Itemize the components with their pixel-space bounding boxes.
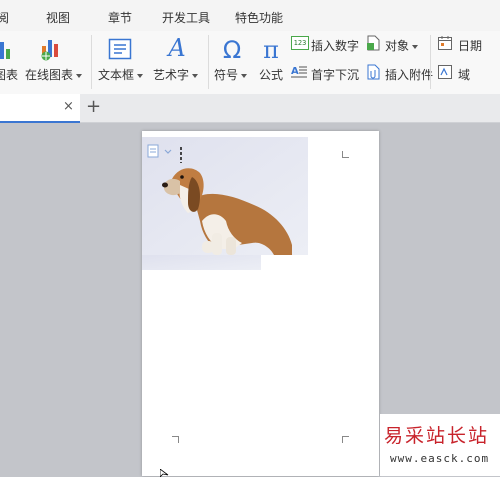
insert-ribbon: 图表 在线图表 文本框 A 艺术字 Ω 符号 [0,31,500,95]
dropcap-button[interactable]: A 首字下沉 [290,63,362,83]
field-label: 域 [458,68,471,82]
site-watermark: 易采站长站 www.easck.com [380,414,500,476]
insert-attachment-label: 插入附件 [385,68,434,82]
textbox-label: 文本框 [98,68,135,82]
chevron-down-icon [137,73,144,78]
margin-corner-mark [172,436,179,443]
calendar-icon [438,36,452,50]
insert-number-label: 插入数字 [311,39,360,53]
menu-tab-strip: 阅 视图 章节 开发工具 特色功能 [0,0,500,32]
textbox-button[interactable]: 文本框 [96,31,146,91]
menu-tab-developer[interactable]: 开发工具 [162,9,210,26]
svg-text:π: π [263,36,279,63]
watermark-title: 易采站长站 [384,425,490,447]
date-button[interactable]: 日期 [436,34,490,54]
field-button[interactable]: 域 [436,63,490,83]
pi-icon: π [263,36,279,63]
insert-attachment-button[interactable]: 插入附件 [365,63,437,83]
online-chart-icon [41,40,58,61]
insert-number-button[interactable]: 123 插入数字 [290,34,362,54]
bar-chart-icon [0,42,10,59]
symbol-button[interactable]: Ω 符号 [212,31,252,91]
menu-tab-special-features[interactable]: 特色功能 [235,9,283,26]
textbox-icon [108,38,132,60]
menu-tab-chapter[interactable]: 章节 [108,9,132,26]
margin-corner-mark [342,151,349,158]
chart-button[interactable]: 图表 [0,31,18,91]
formula-label: 公式 [259,68,284,82]
new-tab-button[interactable]: + [86,96,101,117]
formula-button[interactable]: π 公式 [255,31,287,91]
dropcap-label: 首字下沉 [311,68,360,82]
menu-tab-view[interactable]: 视图 [46,9,70,26]
attachment-icon [367,64,380,80]
wordart-button[interactable]: A 艺术字 [151,31,203,91]
wordart-icon: A [166,35,185,61]
document-tab[interactable]: × [0,94,80,123]
svg-text:A: A [166,35,185,61]
wordart-label: 艺术字 [153,68,190,82]
chevron-down-icon [76,73,83,78]
watermark-url: www.easck.com [390,452,490,465]
online-chart-label: 在线图表 [25,68,74,82]
object-icon [367,35,380,51]
menu-tab-review[interactable]: 阅 [0,9,9,26]
ribbon-divider [208,35,209,89]
chevron-down-icon [192,73,199,78]
number-box-icon: 123 [291,36,309,50]
chart-label: 图表 [0,68,18,82]
document-tab-bar: × + [0,94,500,123]
ribbon-divider [91,35,92,89]
symbol-label: 符号 [214,68,239,82]
chevron-down-icon [412,44,419,49]
margin-corner-mark [342,436,349,443]
field-icon [438,65,452,79]
object-button[interactable]: 对象 [365,34,423,54]
svg-text:Ω: Ω [223,36,241,63]
close-icon[interactable]: × [63,99,74,114]
inserted-dog-photo[interactable] [142,137,308,270]
object-label: 对象 [385,39,410,53]
date-label: 日期 [458,39,483,53]
document-page[interactable] [142,131,379,476]
chevron-down-icon [241,73,248,78]
svg-text:A: A [291,66,299,77]
online-chart-button[interactable]: 在线图表 [24,31,86,91]
omega-icon: Ω [223,36,241,63]
ribbon-divider [430,35,431,89]
dropcap-icon: A [291,66,307,78]
